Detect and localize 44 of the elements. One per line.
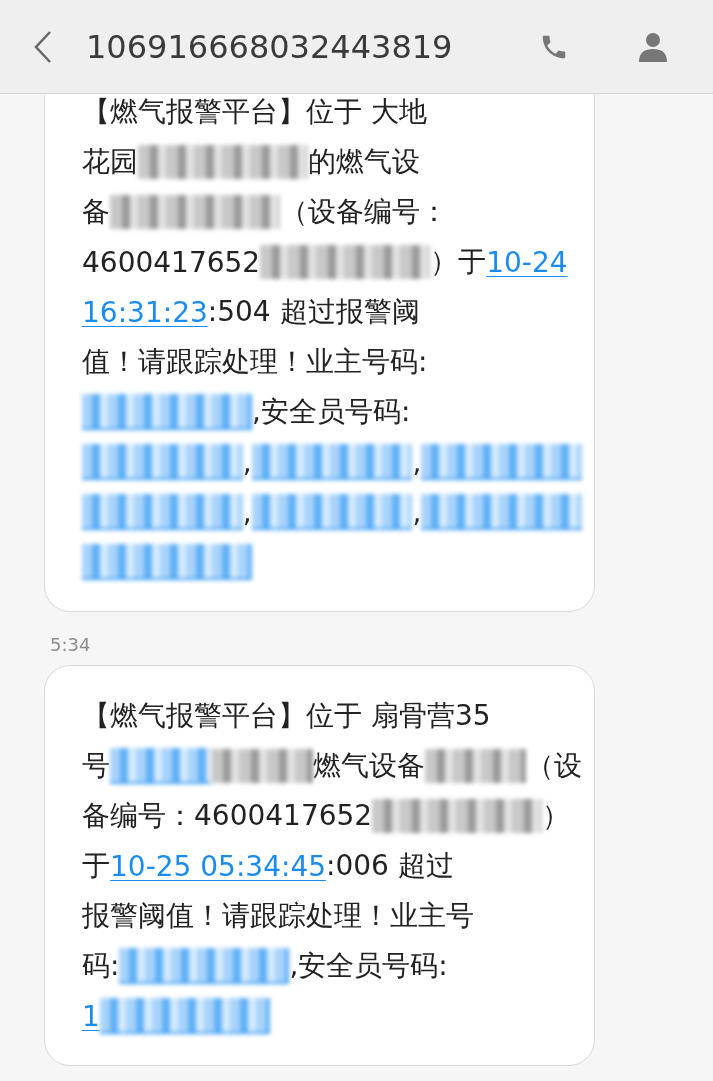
- blurred-link[interactable]: [110, 748, 212, 784]
- blurred-link[interactable]: [421, 444, 582, 480]
- blurred-link[interactable]: [119, 948, 290, 984]
- message-text: （设备编号：: [280, 194, 448, 230]
- message-text: 码:: [82, 948, 120, 984]
- blurred-link[interactable]: [82, 544, 252, 580]
- message-text: ,: [412, 445, 422, 479]
- message-text: :006 超过: [326, 848, 454, 884]
- message-text: 备: [82, 194, 110, 230]
- blurred-link[interactable]: [99, 998, 270, 1034]
- blurred-link[interactable]: [251, 444, 413, 480]
- blurred-link[interactable]: [421, 494, 582, 530]
- message-text: ,: [242, 445, 252, 479]
- message-link[interactable]: 10-25 05:34:45: [110, 849, 326, 883]
- back-icon[interactable]: [33, 29, 53, 64]
- message-text: 花园: [82, 144, 138, 180]
- message-text: :504 超过报警阈: [207, 294, 420, 330]
- blurred-link[interactable]: [82, 444, 243, 480]
- message-text: ,: [242, 495, 252, 529]
- message-text: 值！请跟踪处理！业主号码:: [82, 344, 428, 380]
- contact-number: 106916668032443819: [86, 27, 454, 66]
- message-text: 备编号：4600417652: [82, 798, 373, 834]
- message-text: 报警阈值！请跟踪处理！业主号: [82, 898, 474, 934]
- message-link[interactable]: 16:31:23: [82, 295, 208, 329]
- message-text: （设: [526, 748, 582, 784]
- message-text: 4600417652: [82, 245, 261, 279]
- message-text: ,安全员号码:: [252, 394, 411, 430]
- message-text: 号: [82, 748, 110, 784]
- blurred-link[interactable]: [251, 494, 413, 530]
- message-link[interactable]: 10-24: [486, 245, 568, 279]
- message-text: 燃气设备: [312, 748, 425, 784]
- message-text: 【燃气报警平台】位于 大地: [82, 94, 427, 130]
- message-text: 于: [82, 848, 110, 884]
- person-icon[interactable]: [639, 31, 667, 62]
- message-text: ,安全员号码:: [289, 948, 448, 984]
- message-text: 【燃气报警平台】位于 扇骨营35: [82, 698, 491, 734]
- blurred-link[interactable]: [82, 494, 243, 530]
- message-text: 的燃气设: [308, 144, 420, 180]
- message-text: ,: [412, 495, 422, 529]
- message-text: ）于: [430, 244, 487, 280]
- message-link[interactable]: 1: [82, 999, 100, 1033]
- message-text: ）: [542, 798, 571, 834]
- blurred-link[interactable]: [82, 394, 252, 430]
- message-time: 5:34: [50, 634, 92, 655]
